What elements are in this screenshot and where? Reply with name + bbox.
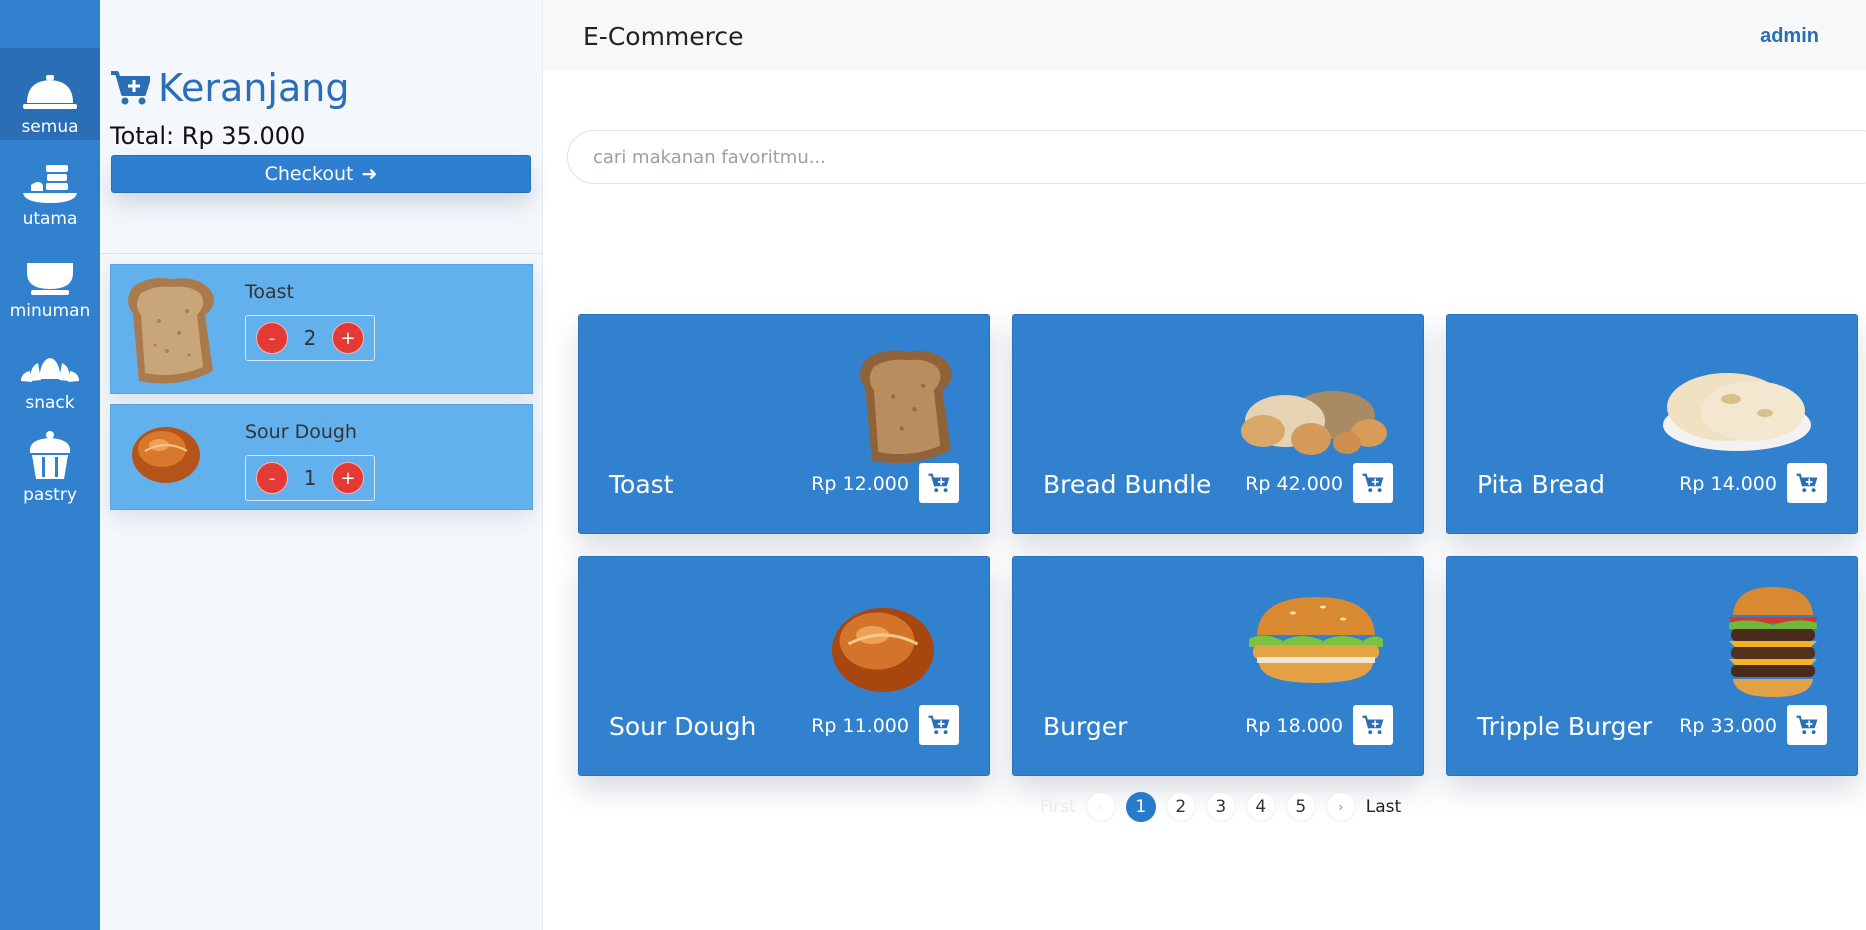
product-card[interactable]: Sour Dough Rp 11.000 [578,556,990,776]
croissant-icon [21,358,79,382]
burger-image [1249,597,1383,683]
product-price: Rp 18.000 [1245,715,1343,737]
quantity-value: 2 [303,326,317,350]
add-to-cart-button[interactable] [919,463,959,503]
user-link[interactable]: admin [1760,25,1819,48]
cart-plus-icon [1362,715,1384,735]
checkout-label: Checkout [264,163,354,185]
quantity-value: 1 [303,466,317,490]
chevron-left-icon: ‹ [1097,797,1105,817]
cloche-icon [23,75,77,109]
product-name: Burger [1043,712,1128,741]
category-semua[interactable]: semua [0,48,100,140]
cart-plus-icon [928,473,950,493]
product-card[interactable]: Toast Rp 12.000 [578,314,990,534]
pagination: First ‹ 1 2 3 4 5 › Last [1040,792,1401,822]
product-name: Toast [609,470,674,499]
page-1-button[interactable]: 1 [1125,792,1156,822]
product-price: Rp 11.000 [811,715,909,737]
main-dish-icon [23,165,77,203]
checkout-button[interactable]: Checkout ➜ [111,155,531,193]
category-label: snack [25,393,75,413]
category-label: utama [22,209,78,229]
page-3-button[interactable]: 3 [1205,792,1236,822]
product-price: Rp 42.000 [1245,473,1343,495]
add-to-cart-button[interactable] [1787,705,1827,745]
increase-button[interactable]: + [331,322,364,354]
quantity-stepper: - 2 + [245,315,375,361]
bread-bundle-image [1241,391,1387,455]
quantity-stepper: - 1 + [245,455,375,501]
divider [100,253,543,254]
category-utama[interactable]: utama [0,140,100,232]
next-page-button[interactable]: › [1325,792,1356,822]
increase-button[interactable]: + [331,462,364,494]
cart-item: Toast - 2 + [110,264,533,394]
category-label: pastry [23,485,77,505]
product-price: Rp 33.000 [1679,715,1777,737]
arrow-right-icon: ➜ [361,163,378,185]
chevron-right-icon: › [1338,800,1344,814]
bowl-icon [27,263,73,295]
cart-total: Total: Rp 35.000 [110,122,306,150]
product-name: Sour Dough [609,712,757,741]
brand-title[interactable]: E-Commerce [583,22,744,51]
cart-plus-icon [1796,473,1818,493]
decrease-button[interactable]: - [256,462,288,494]
product-name: Tripple Burger [1477,712,1653,741]
product-price: Rp 12.000 [811,473,909,495]
add-to-cart-button[interactable] [1353,463,1393,503]
category-sidebar: semua utama minuman snack pastry [0,0,100,930]
page-4-button[interactable]: 4 [1245,792,1276,822]
add-to-cart-button[interactable] [919,705,959,745]
previous-page-button[interactable]: ‹ [1085,792,1116,822]
top-navbar: E-Commerce admin [543,0,1866,70]
add-to-cart-button[interactable] [1787,463,1827,503]
cart-plus-icon [1796,715,1818,735]
pita-bread-image [1663,373,1811,451]
product-name: Pita Bread [1477,470,1605,499]
sourdough-image [132,427,200,483]
cart-item-name: Toast [245,281,294,303]
cupcake-icon [29,431,71,479]
first-page-link[interactable]: First [1040,797,1076,817]
category-minuman[interactable]: minuman [0,232,100,324]
category-label: semua [21,117,79,137]
cart-title: Keranjang [158,66,350,110]
page-2-button[interactable]: 2 [1165,792,1196,822]
last-page-link[interactable]: Last [1366,797,1401,817]
product-card[interactable]: Burger Rp 18.000 [1012,556,1424,776]
cart-plus-icon [928,715,950,735]
search-input[interactable] [567,130,1866,184]
page-5-button[interactable]: 5 [1285,792,1316,822]
cart-plus-icon [1362,473,1384,493]
cart-item-name: Sour Dough [245,421,357,443]
add-to-cart-button[interactable] [1353,705,1393,745]
cart-header: Keranjang [110,66,349,110]
category-pastry[interactable]: pastry [0,416,100,508]
product-card[interactable]: Pita Bread Rp 14.000 [1446,314,1858,534]
cart-plus-icon [111,71,150,105]
category-snack[interactable]: snack [0,324,100,416]
product-card[interactable]: Tripple Burger Rp 33.000 [1446,556,1858,776]
product-price: Rp 14.000 [1679,473,1777,495]
decrease-button[interactable]: - [256,322,288,354]
sourdough-image [832,608,934,692]
tripple-burger-image [1729,587,1817,697]
toast-image [860,350,952,464]
product-card[interactable]: Bread Bundle Rp 42.000 [1012,314,1424,534]
toast-image [128,278,214,384]
cart-item: Sour Dough - 1 + [110,404,533,510]
product-name: Bread Bundle [1043,470,1212,499]
cart-panel: Keranjang Total: Rp 35.000 Checkout ➜ To… [100,0,543,930]
category-label: minuman [9,301,91,321]
